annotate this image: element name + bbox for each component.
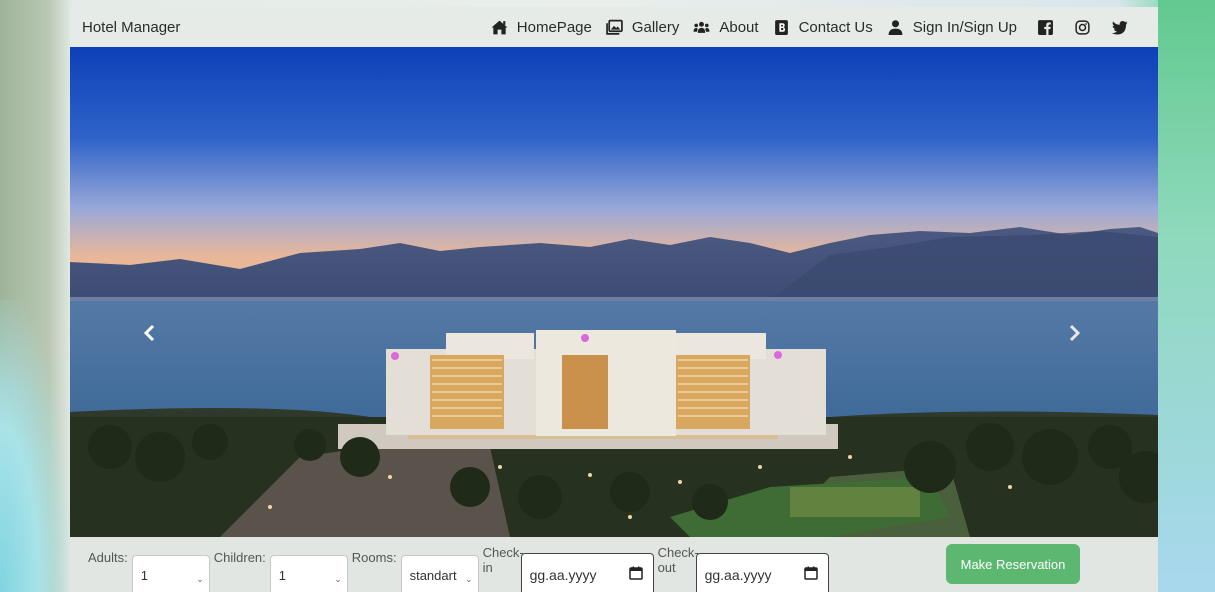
make-reservation-button[interactable]: Make Reservation: [946, 544, 1080, 584]
calendar-icon[interactable]: [628, 566, 643, 580]
chevron-down-icon: ⌄: [334, 574, 342, 584]
rooms-value: standart: [409, 568, 457, 583]
brand-logo[interactable]: Hotel Manager: [82, 19, 180, 36]
checkout-date-input[interactable]: gg.aa.yyyy: [695, 553, 829, 592]
images-icon: [606, 19, 623, 36]
nav-homepage[interactable]: HomePage: [491, 19, 592, 36]
home-icon: [491, 19, 508, 36]
nav-menu: HomePage Gallery About Contact Us Sign I…: [477, 19, 1146, 36]
rooms-select[interactable]: standart ⌄: [400, 555, 479, 592]
checkin-date-input[interactable]: gg.aa.yyyy: [520, 553, 654, 592]
checkin-label: Check-in: [482, 545, 524, 575]
adults-label: Adults:: [88, 550, 128, 565]
chevron-down-icon: ⌄: [196, 574, 204, 584]
children-select[interactable]: 1 ⌄: [269, 555, 348, 592]
nav-signin-label: Sign In/Sign Up: [912, 18, 1017, 36]
nav-contact[interactable]: Contact Us: [773, 19, 873, 36]
page-container: Hotel Manager HomePage Gallery About Con…: [70, 7, 1158, 592]
hotel-photo: [70, 47, 1158, 537]
nav-about[interactable]: About: [693, 18, 759, 36]
navbar: Hotel Manager HomePage Gallery About Con…: [70, 7, 1158, 47]
hotel-carousel[interactable]: [70, 47, 1158, 537]
reservation-form: Adults: 1 ⌄ Children: 1 ⌄ Rooms: standar…: [70, 537, 1158, 592]
twitter-icon[interactable]: [1111, 19, 1128, 36]
nav-signin[interactable]: Sign In/Sign Up: [887, 19, 1017, 36]
children-label: Children:: [213, 550, 266, 565]
chevron-left-icon[interactable]: [140, 323, 160, 343]
checkin-placeholder: gg.aa.yyyy: [529, 567, 597, 583]
background-decoration-right: [1158, 0, 1215, 592]
checkout-placeholder: gg.aa.yyyy: [704, 567, 772, 583]
nav-gallery-label: Gallery: [631, 18, 680, 36]
adults-select[interactable]: 1 ⌄: [131, 555, 210, 592]
address-book-icon: [773, 19, 790, 36]
chevron-right-icon[interactable]: [1064, 323, 1084, 343]
checkout-label: Check-out: [657, 545, 699, 575]
adults-value: 1: [140, 568, 148, 583]
rooms-label: Rooms:: [351, 550, 397, 565]
users-icon: [693, 19, 710, 36]
nav-about-label: About: [719, 18, 759, 36]
children-value: 1: [278, 568, 287, 583]
nav-contact-label: Contact Us: [798, 18, 873, 36]
nav-homepage-label: HomePage: [516, 18, 592, 36]
nav-gallery[interactable]: Gallery: [606, 18, 680, 36]
calendar-icon[interactable]: [803, 566, 818, 580]
user-icon: [887, 19, 904, 36]
chevron-down-icon: ⌄: [465, 574, 473, 584]
instagram-icon[interactable]: [1074, 19, 1091, 36]
facebook-icon[interactable]: [1037, 19, 1054, 36]
background-decoration: [0, 300, 70, 592]
